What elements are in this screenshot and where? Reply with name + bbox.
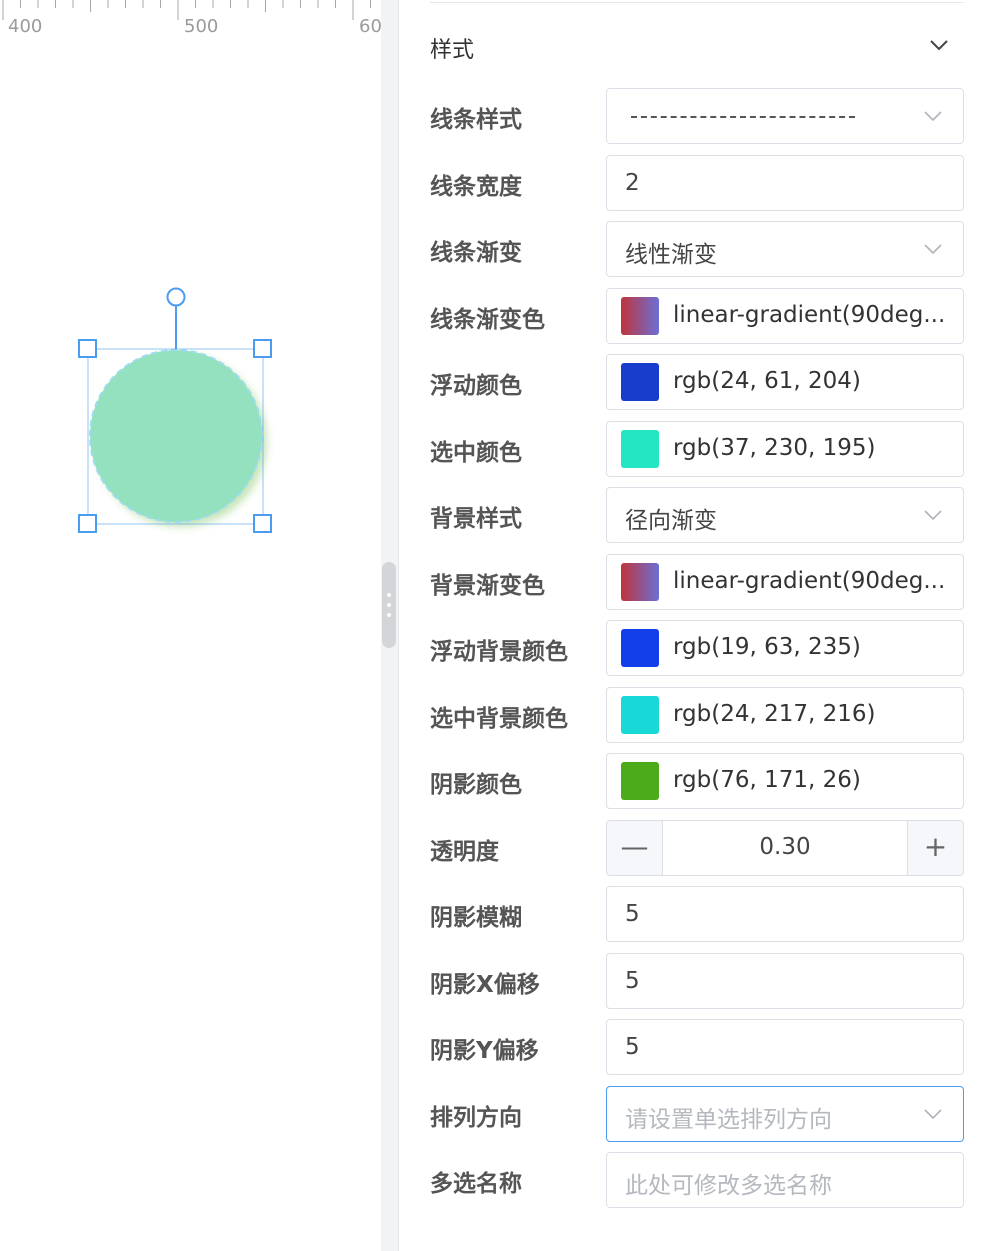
- color-swatch[interactable]: [621, 762, 659, 800]
- resize-handle-bottom-right[interactable]: [253, 514, 272, 533]
- input-value: 5: [625, 1034, 640, 1060]
- chevron-down-icon: [924, 244, 942, 255]
- text-input[interactable]: 5: [606, 1019, 964, 1075]
- select-value: 径向渐变: [625, 508, 717, 534]
- design-canvas[interactable]: 400 500 60: [0, 0, 381, 1251]
- color-picker[interactable]: linear-gradient(90deg...: [606, 554, 964, 610]
- property-label: 线条渐变: [430, 240, 522, 266]
- color-value: rgb(24, 61, 204): [673, 368, 861, 394]
- property-row: 选中颜色 rgb(37, 230, 195): [430, 421, 965, 477]
- property-row: 透明度 —0.30 +: [430, 820, 965, 876]
- property-label: 阴影模糊: [430, 905, 522, 931]
- chevron-down-icon: [924, 510, 942, 521]
- circle-body[interactable]: [89, 349, 263, 523]
- color-swatch[interactable]: [621, 696, 659, 734]
- color-value: rgb(37, 230, 195): [673, 435, 876, 461]
- property-row: 多选名称 此处可修改多选名称: [430, 1152, 965, 1208]
- property-label: 背景渐变色: [430, 573, 545, 599]
- property-row: 线条渐变色 linear-gradient(90deg...: [430, 288, 965, 344]
- input-value: 此处可修改多选名称: [625, 1173, 832, 1199]
- property-label: 选中颜色: [430, 440, 522, 466]
- property-label: 多选名称: [430, 1171, 522, 1197]
- property-label: 线条渐变色: [430, 307, 545, 333]
- chevron-down-icon: [924, 111, 942, 122]
- property-row: 阴影模糊 5: [430, 886, 965, 942]
- chevron-down-icon[interactable]: [928, 36, 950, 54]
- select-field[interactable]: 线性渐变: [606, 221, 964, 277]
- color-picker[interactable]: rgb(19, 63, 235): [606, 620, 964, 676]
- property-label: 线条宽度: [430, 174, 522, 200]
- property-label: 透明度: [430, 839, 499, 865]
- grip-dot: [387, 593, 391, 597]
- grip-dot: [387, 603, 391, 607]
- grip-dot: [387, 613, 391, 617]
- property-row: 线条宽度 2: [430, 155, 965, 211]
- chevron-down-icon: [924, 1109, 942, 1120]
- property-label: 排列方向: [430, 1105, 522, 1131]
- divider: [430, 2, 964, 3]
- property-label: 线条样式: [430, 107, 522, 133]
- color-swatch[interactable]: [621, 363, 659, 401]
- text-input[interactable]: 5: [606, 886, 964, 942]
- text-input[interactable]: 此处可修改多选名称: [606, 1152, 964, 1208]
- property-row: 线条样式: [430, 88, 965, 144]
- property-label: 阴影Y偏移: [430, 1038, 539, 1064]
- color-picker[interactable]: rgb(76, 171, 26): [606, 753, 964, 809]
- select-value: 请设置单选排列方向: [625, 1107, 832, 1133]
- property-row: 背景样式 径向渐变: [430, 487, 965, 543]
- property-row: 浮动背景颜色 rgb(19, 63, 235): [430, 620, 965, 676]
- opacity-stepper: —0.30 +: [606, 820, 964, 876]
- property-row: 选中背景颜色 rgb(24, 217, 216): [430, 687, 965, 743]
- color-picker[interactable]: rgb(24, 217, 216): [606, 687, 964, 743]
- color-swatch[interactable]: [621, 629, 659, 667]
- resize-handle-top-left[interactable]: [78, 339, 97, 358]
- color-value: rgb(76, 171, 26): [673, 767, 861, 793]
- property-row: 阴影颜色 rgb(76, 171, 26): [430, 753, 965, 809]
- input-value: 2: [625, 170, 640, 196]
- stepper-value[interactable]: 0.30: [663, 834, 907, 860]
- property-row: 阴影Y偏移 5: [430, 1019, 965, 1075]
- property-row: 阴影X偏移 5: [430, 953, 965, 1009]
- color-picker[interactable]: linear-gradient(90deg...: [606, 288, 964, 344]
- color-picker[interactable]: rgb(37, 230, 195): [606, 421, 964, 477]
- text-input[interactable]: 5: [606, 953, 964, 1009]
- rotate-handle[interactable]: [166, 287, 186, 307]
- dashed-line-preview: [631, 116, 855, 118]
- color-picker[interactable]: rgb(24, 61, 204): [606, 354, 964, 410]
- select-field[interactable]: 径向渐变: [606, 487, 964, 543]
- property-label: 背景样式: [430, 506, 522, 532]
- section-title-style[interactable]: 样式: [430, 32, 474, 64]
- property-row: 背景渐变色 linear-gradient(90deg...: [430, 554, 965, 610]
- input-value: 5: [625, 968, 640, 994]
- property-label: 选中背景颜色: [430, 706, 568, 732]
- color-value: linear-gradient(90deg...: [673, 302, 946, 328]
- color-swatch[interactable]: [621, 563, 659, 601]
- resize-handle-top-right[interactable]: [253, 339, 272, 358]
- select-field[interactable]: 请设置单选排列方向: [606, 1086, 964, 1142]
- line-style-select[interactable]: [606, 88, 964, 144]
- color-swatch[interactable]: [621, 430, 659, 468]
- resize-handle-bottom-left[interactable]: [78, 514, 97, 533]
- color-value: linear-gradient(90deg...: [673, 568, 946, 594]
- color-swatch[interactable]: [621, 297, 659, 335]
- property-label: 浮动背景颜色: [430, 639, 568, 665]
- property-row: 浮动颜色 rgb(24, 61, 204): [430, 354, 965, 410]
- input-value: 5: [625, 901, 640, 927]
- color-value: rgb(24, 217, 216): [673, 701, 876, 727]
- property-label: 阴影X偏移: [430, 972, 540, 998]
- select-value: 线性渐变: [625, 242, 717, 268]
- text-input[interactable]: 2: [606, 155, 964, 211]
- color-value: rgb(19, 63, 235): [673, 634, 861, 660]
- increment-button[interactable]: +: [907, 821, 963, 875]
- decrement-button[interactable]: —: [607, 821, 663, 875]
- property-label: 浮动颜色: [430, 373, 522, 399]
- property-row: 线条渐变 线性渐变: [430, 221, 965, 277]
- property-row: 排列方向 请设置单选排列方向: [430, 1086, 965, 1142]
- properties-panel: 样式 线条样式线条宽度 2 线条渐变 线性渐变线条渐变色 linear-gradient…: [400, 0, 981, 1251]
- selected-circle-shape[interactable]: [0, 0, 381, 620]
- property-label: 阴影颜色: [430, 772, 522, 798]
